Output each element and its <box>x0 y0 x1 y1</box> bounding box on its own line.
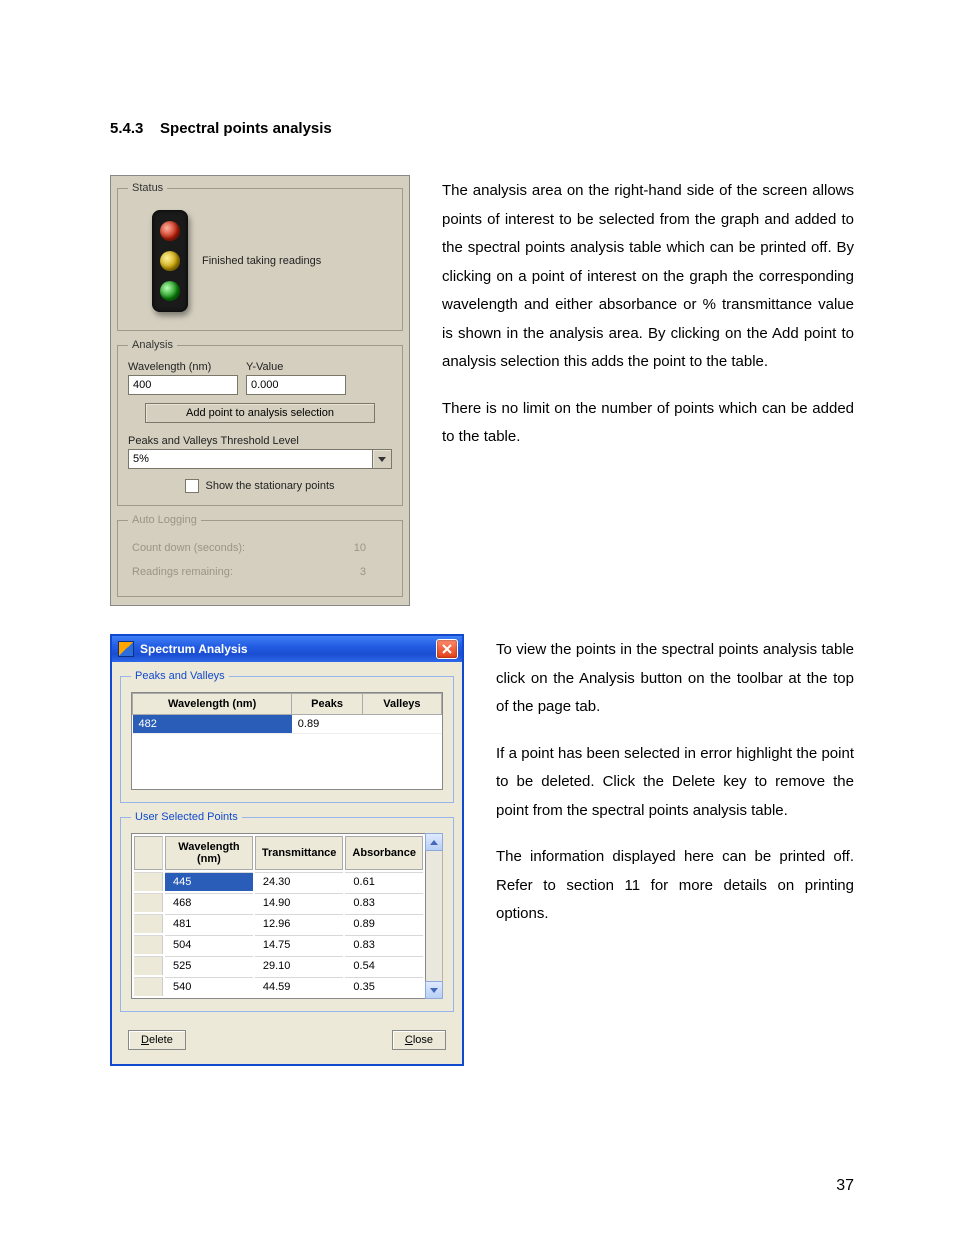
table-row[interactable]: 52529.100.54 <box>134 956 423 975</box>
spectrum-analysis-dialog: Spectrum Analysis Peaks and Valleys Wave… <box>110 634 464 1066</box>
delete-button[interactable]: Delete <box>128 1030 186 1050</box>
close-icon[interactable] <box>436 639 458 659</box>
table-row[interactable]: 50414.750.83 <box>134 935 423 954</box>
table-row[interactable]: 46814.900.83 <box>134 893 423 912</box>
analysis-group: Analysis Wavelength (nm) Y-Value Add poi… <box>117 339 403 506</box>
section-title: Spectral points analysis <box>160 120 332 137</box>
table-row[interactable]: 48112.960.89 <box>134 914 423 933</box>
description-text-1: The analysis area on the right-hand side… <box>442 175 854 470</box>
auto-logging-legend: Auto Logging <box>128 514 201 526</box>
paragraph: If a point has been selected in error hi… <box>496 740 854 826</box>
dialog-title: Spectrum Analysis <box>140 642 248 656</box>
scroll-down-button[interactable] <box>425 981 443 999</box>
table-row[interactable]: 54044.590.35 <box>134 977 423 996</box>
table-cell: 0.89 <box>292 715 363 734</box>
status-legend: Status <box>128 182 167 194</box>
description-text-2: To view the points in the spectral point… <box>496 634 854 947</box>
peaks-valleys-table[interactable]: Wavelength (nm) Peaks Valleys 482 0.89 <box>131 692 443 790</box>
chevron-down-icon <box>378 457 386 462</box>
table-row[interactable]: 482 0.89 <box>133 715 442 734</box>
peaks-valleys-legend: Peaks and Valleys <box>131 670 229 682</box>
countdown-value: 10 <box>354 542 366 554</box>
analysis-legend: Analysis <box>128 339 177 351</box>
close-button[interactable]: Close <box>392 1030 446 1050</box>
auto-logging-group: Auto Logging Count down (seconds): 10 Re… <box>117 514 403 597</box>
wavelength-label: Wavelength (nm) <box>128 361 238 373</box>
add-point-button[interactable]: Add point to analysis selection <box>145 403 375 423</box>
remaining-label: Readings remaining: <box>132 566 233 578</box>
scroll-up-button[interactable] <box>425 833 443 851</box>
table-header: Absorbance <box>345 836 423 870</box>
status-analysis-panel: Status Finished taking readings Analysis <box>110 175 410 606</box>
scrollbar[interactable] <box>426 833 443 999</box>
chevron-up-icon <box>430 840 438 845</box>
paragraph: To view the points in the spectral point… <box>496 636 854 722</box>
user-selected-points-group: User Selected Points Wavelength (nm) Tra… <box>120 811 454 1012</box>
threshold-label: Peaks and Valleys Threshold Level <box>128 435 392 447</box>
table-row[interactable]: 44524.300.61 <box>134 872 423 891</box>
chevron-down-icon <box>430 988 438 993</box>
app-icon <box>118 641 134 657</box>
yvalue-input[interactable] <box>246 375 346 395</box>
threshold-dropdown-button[interactable] <box>372 449 392 469</box>
wavelength-input[interactable] <box>128 375 238 395</box>
status-group: Status Finished taking readings <box>117 182 403 331</box>
table-header: Wavelength (nm) <box>133 694 292 715</box>
table-header: Valleys <box>362 694 441 715</box>
paragraph: There is no limit on the number of point… <box>442 395 854 452</box>
show-stationary-checkbox[interactable] <box>185 479 199 493</box>
countdown-label: Count down (seconds): <box>132 542 245 554</box>
table-header: Peaks <box>292 694 363 715</box>
row-header-blank <box>134 836 163 870</box>
section-heading: 5.4.3 Spectral points analysis <box>110 120 854 137</box>
table-cell: 482 <box>133 715 292 734</box>
traffic-light-icon <box>152 210 188 312</box>
peaks-valleys-group: Peaks and Valleys Wavelength (nm) Peaks … <box>120 670 454 803</box>
paragraph: The analysis area on the right-hand side… <box>442 177 854 377</box>
table-header: Wavelength (nm) <box>165 836 253 870</box>
threshold-select[interactable] <box>128 449 372 469</box>
remaining-value: 3 <box>360 566 366 578</box>
yvalue-label: Y-Value <box>246 361 346 373</box>
table-header: Transmittance <box>255 836 344 870</box>
page-number: 37 <box>836 1177 854 1195</box>
x-icon <box>442 644 452 654</box>
paragraph: The information displayed here can be pr… <box>496 843 854 929</box>
user-selected-points-legend: User Selected Points <box>131 811 242 823</box>
user-points-table[interactable]: Wavelength (nm) Transmittance Absorbance… <box>131 833 426 999</box>
titlebar[interactable]: Spectrum Analysis <box>112 636 462 662</box>
show-stationary-label: Show the stationary points <box>205 480 334 492</box>
status-text: Finished taking readings <box>202 255 392 267</box>
section-number: 5.4.3 <box>110 120 143 137</box>
table-cell <box>362 715 441 734</box>
